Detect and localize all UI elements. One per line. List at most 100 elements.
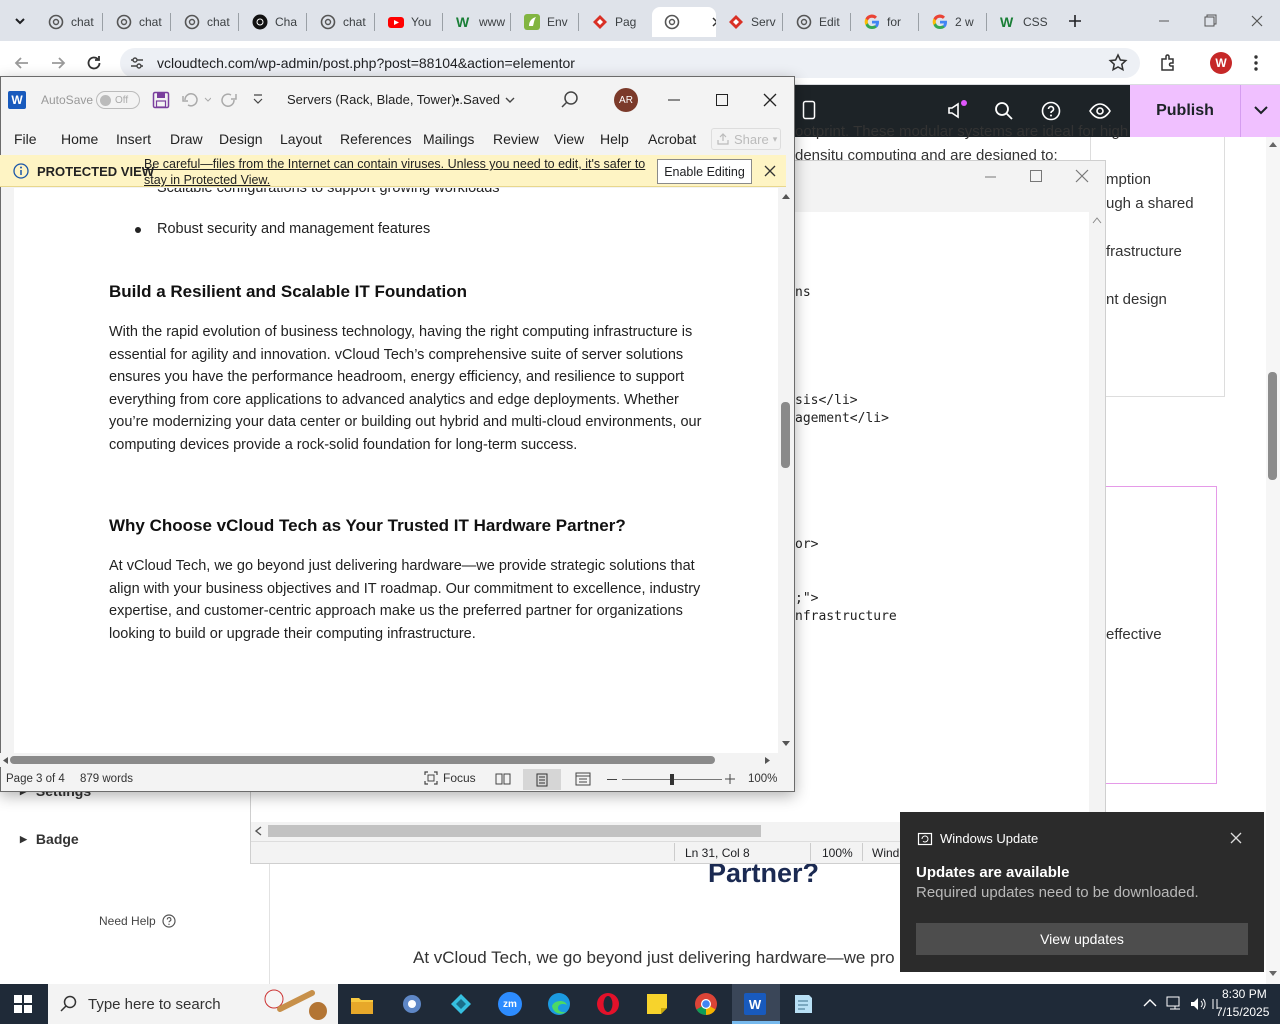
word-search-icon[interactable] [560,90,580,110]
menu-draw[interactable]: Draw [170,131,203,147]
browser-menu-icon[interactable] [1252,54,1260,72]
saved-status[interactable]: • Saved [455,92,516,107]
print-layout-button[interactable] [523,769,561,790]
code-maximize-button[interactable] [1028,168,1044,184]
browser-tab[interactable] [652,7,716,37]
doc-vscroll-down-arrow[interactable] [781,740,791,748]
menu-view[interactable]: View [554,131,584,147]
doc-vscroll-up-arrow[interactable] [781,192,791,200]
help-icon[interactable] [1041,101,1061,121]
browser-tab[interactable]: Cha [240,7,304,37]
window-restore-button[interactable] [1196,12,1224,30]
browser-tab[interactable]: chat [104,7,168,37]
code-hscroll-thumb[interactable] [268,825,761,837]
bookmark-star-icon[interactable] [1108,53,1128,73]
panel-section-badge[interactable]: ▶ Badge [20,831,79,847]
window-close-button[interactable] [1243,12,1271,30]
page-count[interactable]: Page 3 of 4 [6,773,65,785]
start-button[interactable] [14,995,32,1013]
publish-button[interactable]: Publish [1130,85,1240,137]
responsive-mode-icon[interactable] [802,100,816,120]
extensions-icon[interactable] [1158,53,1178,73]
chrome-browser-icon[interactable] [694,992,718,1016]
menu-mailings[interactable]: Mailings [423,131,474,147]
clock-date[interactable]: 7/15/2025 [1216,1005,1269,1019]
volume-icon[interactable] [1190,996,1208,1012]
forward-button[interactable] [48,53,68,73]
view-updates-button[interactable]: View updates [916,923,1248,955]
browser-tab[interactable]: Wwww [444,7,508,37]
autosave-toggle[interactable]: Off [96,91,140,109]
profile-avatar[interactable]: W [1210,52,1232,74]
browser-tab[interactable]: 2 w [920,7,984,37]
doc-hscroll-right-arrow[interactable] [764,756,772,765]
undo-button[interactable] [181,91,211,109]
new-tab-button[interactable] [1064,10,1086,32]
doc-hscroll-thumb[interactable] [10,756,715,764]
preview-eye-icon[interactable] [1089,101,1111,121]
zoom-percent[interactable]: 100% [748,773,777,785]
enable-editing-button[interactable]: Enable Editing [657,159,752,184]
browser-tab[interactable]: You [376,7,440,37]
save-icon[interactable] [152,91,170,109]
publish-options-button[interactable] [1240,85,1280,137]
word-maximize-button[interactable] [713,91,731,109]
site-info-icon[interactable] [128,54,146,72]
document-page[interactable]: Scalable configurations to support growi… [14,188,778,753]
reload-button[interactable] [84,53,104,73]
app-icon-diamond[interactable] [449,992,473,1016]
browser-tab[interactable]: chat [36,7,100,37]
code-hscroll-left-arrow[interactable] [254,826,262,836]
user-avatar[interactable]: AR [614,88,638,112]
browser-tab[interactable]: for [852,7,916,37]
finder-search-icon[interactable] [994,101,1014,121]
protected-close-button[interactable] [763,164,777,178]
notepad-app-icon[interactable] [791,992,815,1016]
word-count[interactable]: 879 words [80,773,133,785]
read-mode-icon[interactable] [495,772,511,786]
doc-vscroll[interactable] [778,188,794,753]
menu-review[interactable]: Review [493,131,539,147]
zoom-app-icon[interactable]: zm [498,992,522,1016]
edge-browser-icon[interactable] [547,992,571,1016]
tray-chevron-up-icon[interactable] [1143,998,1157,1008]
protected-view-message[interactable]: Be careful—files from the Internet can c… [144,156,649,188]
network-icon[interactable] [1166,996,1184,1012]
canvas-scrollbar-up-arrow[interactable] [1268,140,1278,148]
canvas-scrollbar-down-arrow[interactable] [1268,970,1278,978]
browser-tab[interactable]: Edit [784,7,848,37]
doc-vscroll-thumb[interactable] [781,402,790,468]
code-minimize-button[interactable] [983,168,999,184]
canvas-scrollbar-thumb[interactable] [1268,372,1277,480]
zoom-slider-thumb[interactable] [670,774,674,785]
web-layout-icon[interactable] [575,772,591,786]
redo-button[interactable] [220,91,238,109]
clock-time[interactable]: 8:30 PM [1222,987,1267,1001]
menu-insert[interactable]: Insert [116,131,151,147]
customize-qat-button[interactable] [252,93,264,105]
word-minimize-button[interactable] [665,91,683,109]
zoom-in-button[interactable] [725,774,735,784]
code-vscroll[interactable] [1089,212,1105,822]
canvas-scrollbar-track[interactable] [1266,137,1280,984]
window-minimize-button[interactable] [1150,12,1178,30]
browser-tab[interactable]: W CSS [988,7,1052,37]
file-explorer-icon[interactable] [350,993,374,1015]
menu-file[interactable]: File [14,131,37,147]
code-vscroll-up-arrow[interactable] [1092,216,1102,224]
notifications-megaphone-icon[interactable] [946,99,968,121]
address-text[interactable]: vcloudtech.com/wp-admin/post.php?post=88… [157,55,575,71]
sticky-notes-icon[interactable] [645,992,669,1016]
share-button[interactable]: Share ▾ [711,128,781,150]
doc-hscroll-left-arrow[interactable] [1,756,9,765]
browser-tab[interactable]: Pag [580,7,644,37]
back-button[interactable] [12,53,32,73]
menu-acrobat[interactable]: Acrobat [648,131,696,147]
app-icon-gear[interactable] [399,992,425,1016]
browser-tab[interactable]: chat [172,7,236,37]
menu-references[interactable]: References [340,131,412,147]
zoom-out-button[interactable] [607,779,617,780]
word-close-button[interactable] [761,91,779,109]
menu-home[interactable]: Home [61,131,98,147]
menu-help[interactable]: Help [600,131,629,147]
